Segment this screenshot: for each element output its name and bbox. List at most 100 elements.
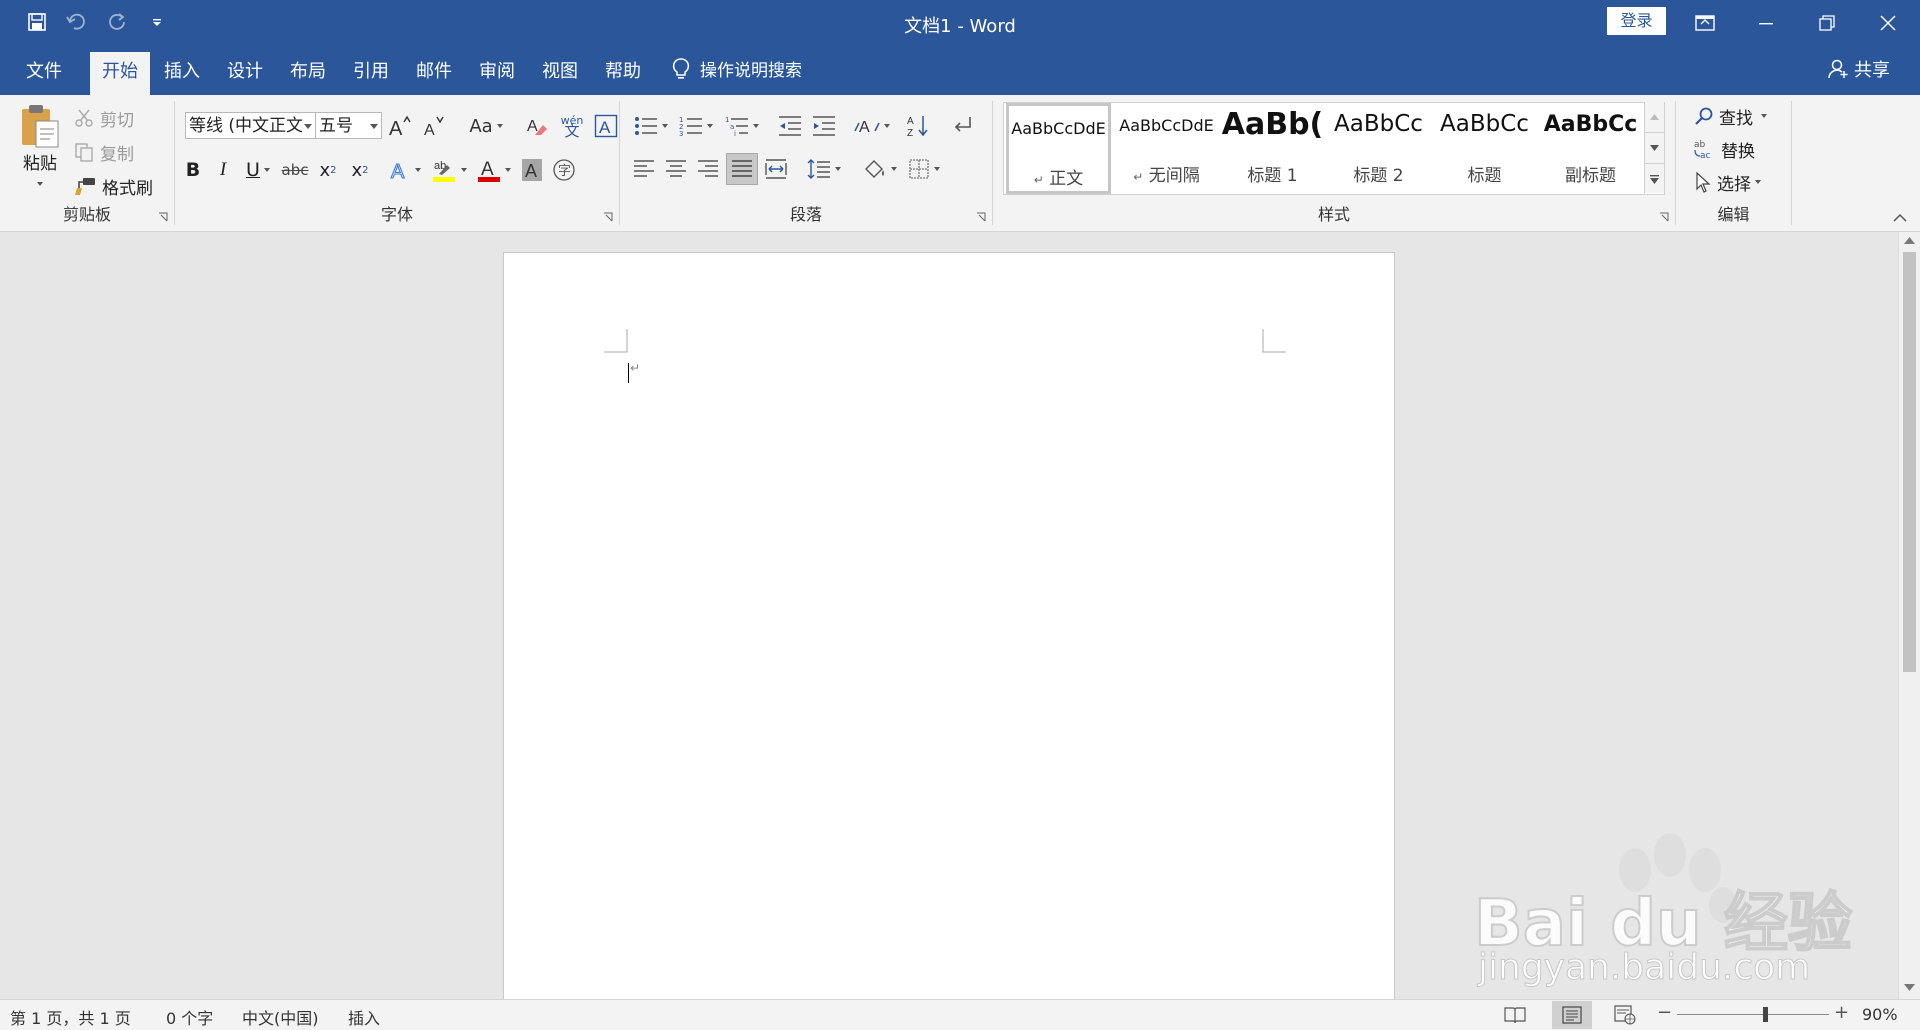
tab-layout[interactable]: 布局 — [278, 52, 338, 95]
find-button[interactable]: 查找 — [1694, 101, 1767, 131]
shading-icon[interactable] — [860, 154, 900, 184]
line-spacing-icon[interactable] — [804, 154, 844, 184]
show-marks-icon[interactable] — [948, 111, 976, 141]
page-count[interactable]: 第 1 页，共 1 页 — [10, 1005, 131, 1029]
align-left-icon[interactable] — [630, 154, 658, 184]
paste-button[interactable]: 粘贴 — [14, 103, 66, 190]
word-count[interactable]: 0 个字 — [166, 1005, 213, 1029]
language-indicator[interactable]: 中文(中国) — [242, 1005, 319, 1029]
bullets-icon[interactable] — [632, 111, 670, 141]
zoom-slider-thumb[interactable] — [1763, 1007, 1769, 1022]
style-normal[interactable]: AaBbCcDdE ↵ 正文 — [1006, 103, 1111, 194]
zoom-out-icon[interactable]: − — [1657, 1002, 1672, 1023]
italic-icon[interactable]: I — [211, 155, 235, 185]
collapse-ribbon-icon[interactable] — [1893, 213, 1907, 223]
save-icon[interactable] — [24, 9, 50, 35]
restore-icon[interactable] — [1797, 0, 1857, 45]
enclose-characters-icon[interactable]: 字 — [551, 155, 577, 185]
paste-label: 粘贴 — [23, 154, 57, 174]
style-no-spacing[interactable]: AaBbCcDdE ↵ 无间隔 — [1114, 103, 1219, 194]
style-heading-1[interactable]: AaBb( 标题 1 — [1220, 103, 1325, 194]
multilevel-list-icon[interactable]: 1ai — [722, 111, 762, 141]
zoom-level[interactable]: 90% — [1862, 1005, 1898, 1024]
align-center-icon[interactable] — [662, 154, 690, 184]
clear-formatting-icon[interactable]: A — [523, 111, 551, 141]
bold-icon[interactable]: B — [181, 155, 205, 185]
scrollbar-thumb[interactable] — [1903, 252, 1916, 672]
tab-mailings[interactable]: 邮件 — [404, 52, 464, 95]
font-name-combo[interactable]: 等线 (中文正文 — [185, 112, 316, 139]
gallery-down-icon[interactable] — [1645, 132, 1664, 163]
replace-button[interactable]: ab ac 替换 — [1694, 134, 1755, 164]
superscript-icon[interactable]: x2 — [347, 155, 373, 185]
print-layout-icon[interactable] — [1552, 1001, 1592, 1029]
tab-home[interactable]: 开始 — [90, 52, 150, 95]
zoom-in-icon[interactable]: + — [1834, 1002, 1849, 1023]
tab-file[interactable]: 文件 — [14, 52, 74, 95]
text-effects-icon[interactable]: A — [387, 155, 423, 185]
shrink-font-icon[interactable]: A — [421, 111, 447, 141]
chinese-layout-icon[interactable]: A — [852, 111, 892, 141]
editing-group: 查找 ab ac 替换 选择 编辑 — [1676, 95, 1791, 231]
redo-icon[interactable] — [104, 9, 130, 35]
align-right-icon[interactable] — [694, 154, 722, 184]
tab-help[interactable]: 帮助 — [593, 52, 653, 95]
scroll-down-icon[interactable] — [1904, 984, 1915, 992]
underline-icon[interactable]: U — [241, 155, 275, 185]
minimize-icon[interactable] — [1736, 0, 1796, 45]
zoom-slider-track[interactable] — [1677, 1014, 1829, 1015]
login-button[interactable]: 登录 — [1607, 7, 1666, 35]
numbering-icon[interactable]: 123 — [676, 111, 716, 141]
gallery-more-icon[interactable] — [1645, 163, 1664, 194]
tab-references[interactable]: 引用 — [341, 52, 401, 95]
increase-indent-icon[interactable] — [810, 111, 838, 141]
close-icon[interactable] — [1858, 0, 1918, 45]
tab-insert[interactable]: 插入 — [152, 52, 212, 95]
style-name: 标题 — [1467, 166, 1502, 186]
phonetic-guide-icon[interactable]: wén 文 — [559, 111, 585, 141]
scroll-up-icon[interactable] — [1904, 236, 1915, 244]
read-mode-icon[interactable] — [1500, 1003, 1530, 1027]
font-color-icon[interactable]: A — [475, 155, 513, 185]
grow-font-icon[interactable]: A — [387, 111, 413, 141]
copy-button[interactable]: 复制 — [74, 137, 134, 167]
sort-icon[interactable]: AZ — [904, 111, 932, 141]
tell-me-search[interactable]: 操作说明搜索 — [672, 56, 802, 81]
insert-mode[interactable]: 插入 — [348, 1005, 380, 1029]
cut-button[interactable]: 剪切 — [74, 103, 134, 133]
subscript-icon[interactable]: x2 — [315, 155, 341, 185]
customize-qat-icon[interactable] — [144, 9, 170, 35]
character-shading-icon[interactable]: A — [519, 155, 545, 185]
vertical-scrollbar[interactable] — [1898, 232, 1920, 999]
document-page[interactable]: ↵ — [503, 252, 1395, 999]
clipboard-group-label: 剪贴板 — [62, 205, 111, 224]
distributed-icon[interactable] — [762, 154, 790, 184]
ribbon: 粘贴 剪切 复制 格式刷 剪贴板 等线 (中文正文 五号 A A Aa A wé… — [0, 95, 1920, 232]
paragraph-launcher-icon[interactable] — [976, 212, 986, 222]
web-layout-icon[interactable] — [1610, 1003, 1640, 1027]
format-painter-button[interactable]: 格式刷 — [74, 171, 153, 201]
styles-launcher-icon[interactable] — [1659, 212, 1669, 222]
justify-icon[interactable] — [726, 153, 758, 185]
gallery-up-icon[interactable] — [1645, 102, 1664, 132]
clipboard-launcher-icon[interactable] — [158, 212, 168, 222]
tab-view[interactable]: 视图 — [530, 52, 590, 95]
borders-icon[interactable] — [904, 154, 944, 184]
decrease-indent-icon[interactable] — [776, 111, 804, 141]
select-button[interactable]: 选择 — [1694, 167, 1761, 197]
highlight-color-icon[interactable]: ab — [429, 155, 469, 185]
share-button[interactable]: 共享 — [1828, 56, 1890, 82]
strikethrough-icon[interactable]: abc — [281, 155, 309, 185]
style-title[interactable]: AaBbCc 标题 — [1432, 103, 1537, 194]
character-border-icon[interactable]: A — [593, 111, 619, 141]
style-heading-2[interactable]: AaBbCc 标题 2 — [1326, 103, 1431, 194]
font-launcher-icon[interactable] — [603, 212, 613, 222]
style-subtitle[interactable]: AaBbCc 副标题 — [1538, 103, 1643, 194]
paste-dropdown-icon[interactable] — [37, 182, 43, 186]
change-case-button[interactable]: Aa — [465, 111, 507, 141]
undo-icon[interactable] — [64, 9, 90, 35]
ribbon-display-options-icon[interactable] — [1675, 0, 1735, 45]
tab-review[interactable]: 审阅 — [467, 52, 527, 95]
tab-design[interactable]: 设计 — [215, 52, 275, 95]
font-size-combo[interactable]: 五号 — [315, 112, 382, 139]
